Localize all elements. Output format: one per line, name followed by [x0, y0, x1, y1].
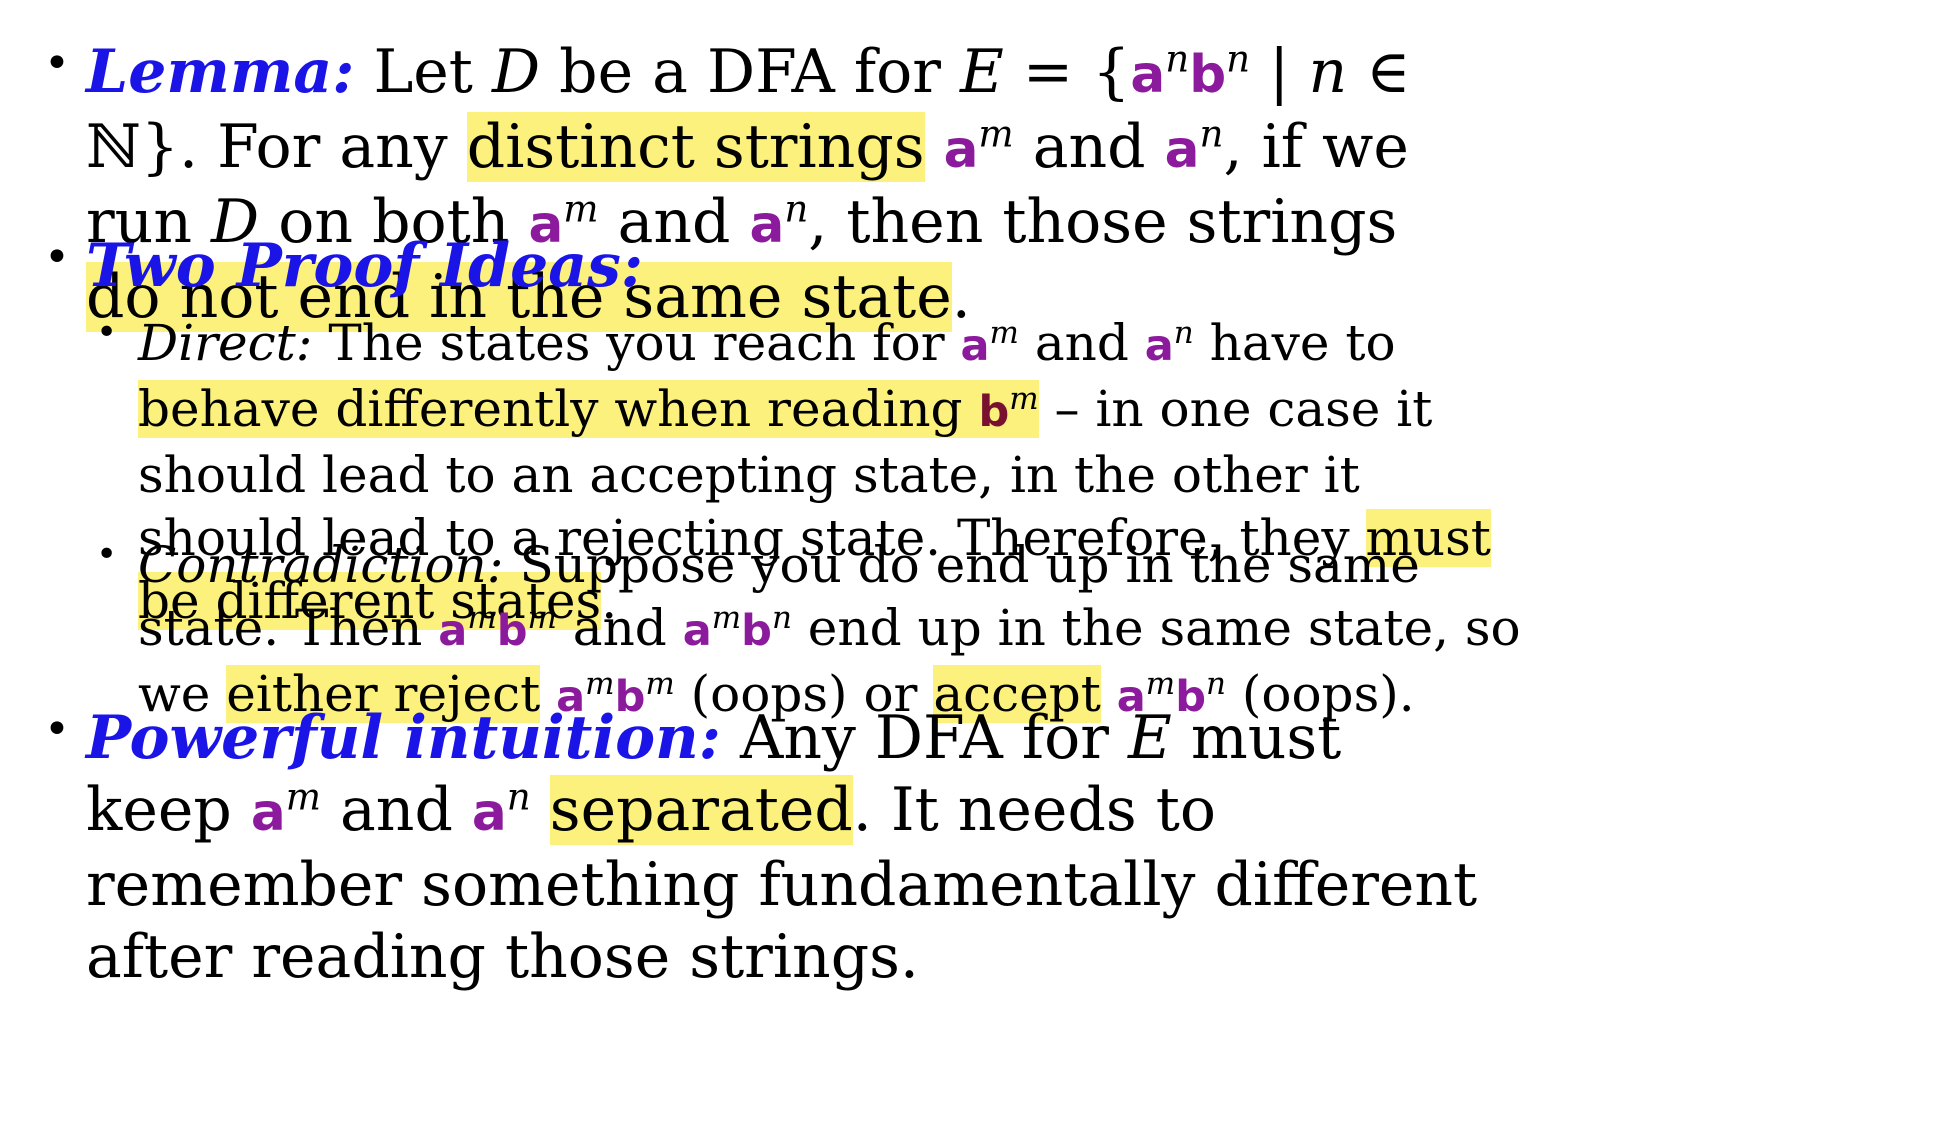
highlight-separated: separated	[549, 775, 853, 845]
proof-ideas-label: Two Proof Ideas:	[86, 231, 644, 301]
bullet-icon: •	[96, 312, 118, 353]
bullet-icon: •	[44, 704, 70, 755]
intuition-label: Powerful intuition:	[86, 703, 721, 773]
bullet-icon: •	[96, 534, 118, 575]
contradiction-label: Contradiction:	[138, 536, 504, 594]
contradiction-text: Contradiction: Suppose you do end up in …	[138, 536, 1521, 723]
contradiction-item: • Contradiction: Suppose you do end up i…	[96, 534, 1538, 729]
lemma-label: Lemma:	[86, 37, 355, 107]
highlight-distinct-strings: distinct strings	[466, 112, 925, 182]
bullet-icon: •	[44, 38, 70, 89]
proof-ideas-item: • Two Proof Ideas:	[44, 230, 1486, 302]
highlight-behave-differently: behave differently when reading bm	[138, 380, 1039, 438]
intuition-item: • Powerful intuition: Any DFA for E must…	[44, 702, 1506, 993]
intuition-text: Powerful intuition: Any DFA for E must k…	[86, 703, 1478, 992]
direct-label: Direct:	[138, 314, 313, 372]
slide: • Lemma: Let D be a DFA for E = {anbn | …	[0, 0, 1950, 1136]
bullet-icon: •	[44, 232, 70, 283]
